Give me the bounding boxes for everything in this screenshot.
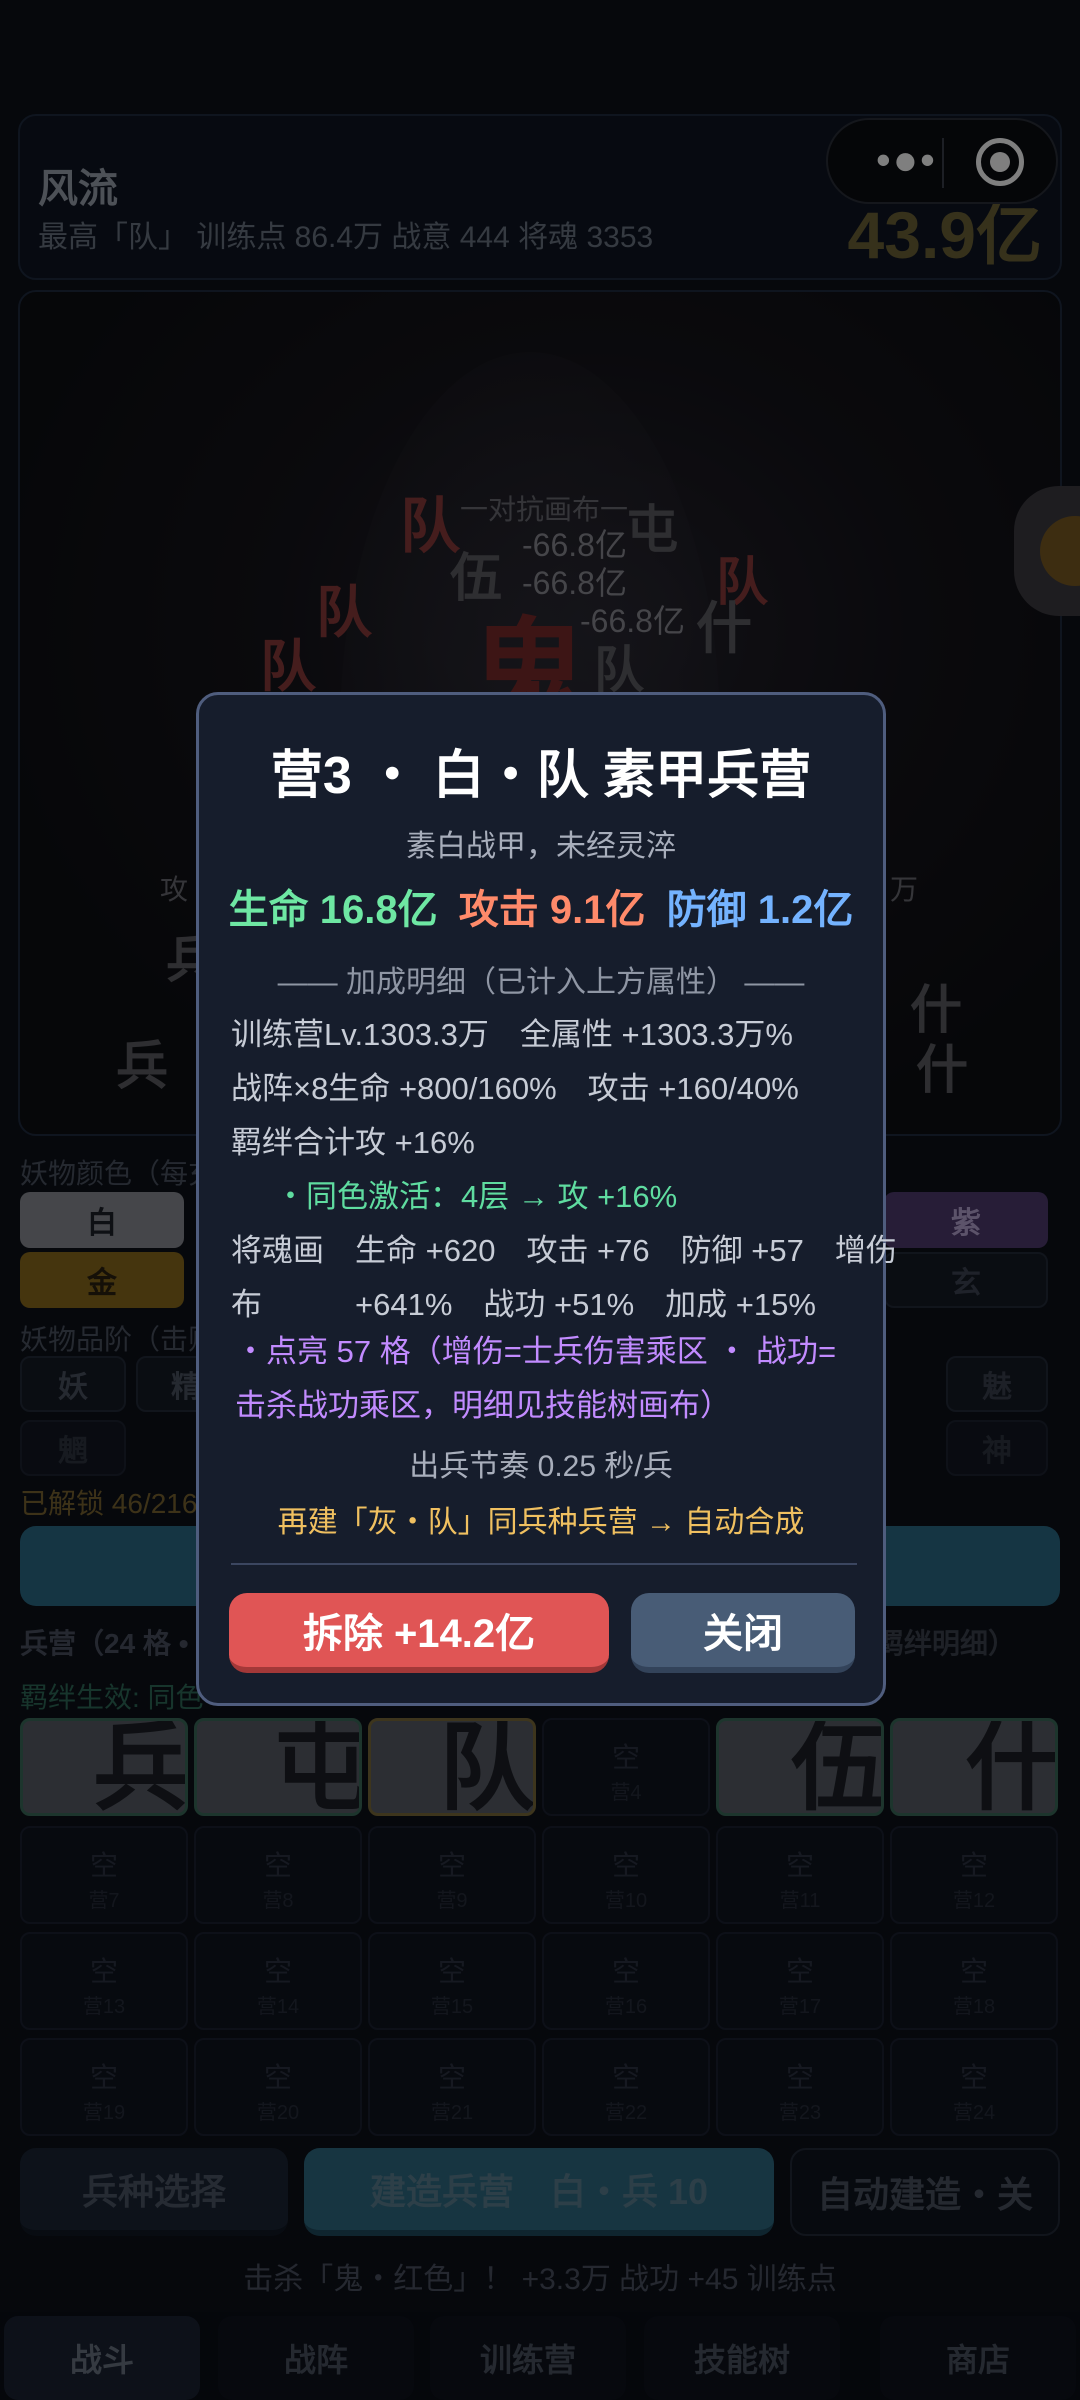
stat-summary: 生命 16.8亿 攻击 9.1亿 防御 1.2亿 <box>199 877 883 935</box>
stat-hp: 生命 16.8亿 <box>228 888 438 932</box>
bonus-lit-cells: ・点亮 57 格（增伤=士兵伤害乘区 ・ 战功=击杀战功乘区，明细见技能树画布） <box>235 1334 837 1423</box>
bonus-soul-canvas-cont: 布 +641% 战功 +51% 加成 +15% <box>231 1287 816 1322</box>
modal-subtitle: 素白战甲，未经灵淬 <box>406 830 676 863</box>
barracks-detail-modal: 营3 ・ 白・队 素甲兵营 素白战甲，未经灵淬 生命 16.8亿 攻击 9.1亿… <box>196 692 897 1706</box>
modal-divider <box>231 1563 857 1565</box>
bonus-soul-canvas: 将魂画 生命 +620 攻击 +76 防御 +57 增伤 <box>231 1233 897 1268</box>
bonus-training: 训练营Lv.1303.3万 全属性 +1303.3万% <box>231 1017 793 1052</box>
stat-attack: 攻击 9.1亿 <box>458 888 646 932</box>
modal-title: 营3 ・ 白・队 素甲兵营 <box>270 747 812 805</box>
close-button[interactable]: 关闭 <box>631 1593 855 1673</box>
spawn-rhythm: 出兵节奏 0.25 秒/兵 <box>409 1450 673 1483</box>
demolish-button[interactable]: 拆除 +14.2亿 <box>229 1593 609 1673</box>
merge-tip: 再建「灰・队」同兵种兵营 → 自动合成 <box>277 1506 805 1539</box>
stat-defense: 防御 1.2亿 <box>666 888 854 932</box>
bonus-formation: 战阵×8生命 +800/160% 攻击 +160/40% <box>231 1071 799 1106</box>
bonus-header: —— 加成明细（已计入上方属性） —— <box>277 966 805 999</box>
bonus-same-color: ・同色激活：4层 → 攻 +16% <box>275 1179 678 1214</box>
bonus-bond-total: 羁绊合计攻 +16% <box>231 1125 475 1160</box>
